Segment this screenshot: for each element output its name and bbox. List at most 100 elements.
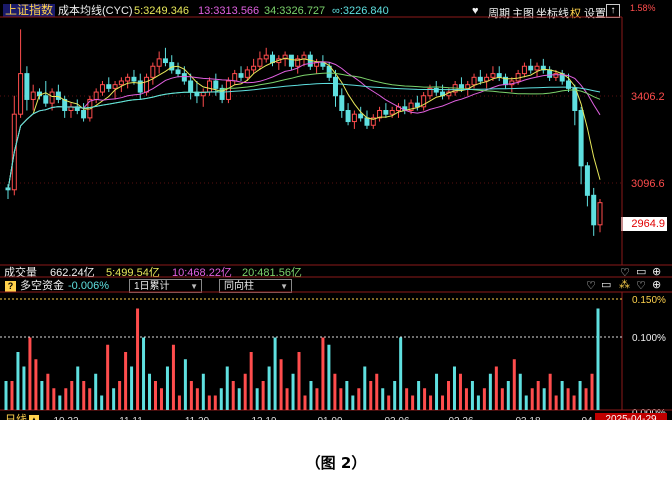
candle-body bbox=[99, 84, 105, 93]
flow-bar bbox=[243, 373, 247, 410]
flow-bar bbox=[405, 388, 409, 410]
candle-body bbox=[301, 54, 307, 60]
candle-body bbox=[263, 54, 269, 60]
flow-bar bbox=[297, 352, 301, 410]
flow-bar bbox=[219, 388, 223, 410]
candle-body bbox=[225, 80, 231, 100]
candle-body bbox=[547, 69, 553, 78]
candle-body bbox=[118, 80, 124, 86]
candle-body bbox=[433, 87, 439, 93]
candlestick-chart[interactable]: 10.22 11.11 11.29 12.19 01.09 02.06 02.26 03.18… bbox=[0, 0, 672, 420]
x-axis-label: 11.29 bbox=[185, 416, 210, 420]
flow-bar bbox=[58, 395, 62, 410]
candle-body bbox=[358, 113, 364, 119]
flow-bar bbox=[4, 381, 8, 410]
figure-caption: （图 2） bbox=[305, 454, 367, 472]
candle-body bbox=[18, 73, 24, 115]
flow-bar bbox=[542, 388, 546, 410]
flow-bar bbox=[124, 352, 128, 410]
flow-bar bbox=[584, 388, 588, 410]
flow-bar bbox=[249, 352, 253, 410]
flow-bar bbox=[106, 344, 110, 410]
flow-bar bbox=[500, 388, 504, 410]
flow-bar bbox=[548, 373, 552, 410]
flow-bar bbox=[22, 366, 26, 410]
flow-bar bbox=[94, 373, 98, 410]
candle-body bbox=[471, 76, 477, 86]
flow-bar bbox=[435, 373, 439, 410]
flow-bar bbox=[255, 388, 259, 410]
x-axis-label: 02.26 bbox=[448, 416, 473, 420]
candle-body bbox=[521, 65, 527, 75]
flow-bar bbox=[213, 395, 217, 410]
flow-bar bbox=[458, 373, 462, 410]
candle-body bbox=[156, 58, 162, 67]
flow-bar bbox=[524, 395, 528, 410]
candle-body bbox=[414, 102, 420, 108]
flow-bar bbox=[452, 366, 456, 410]
flow-bar bbox=[207, 395, 211, 410]
flow-bar bbox=[142, 337, 146, 410]
x-axis-label: 11.11 bbox=[119, 416, 143, 420]
flow-bar bbox=[112, 388, 116, 410]
candle-body bbox=[345, 110, 351, 123]
candle-body bbox=[597, 202, 603, 226]
candle-body bbox=[458, 84, 464, 89]
flow-bar bbox=[189, 381, 193, 410]
flow-bar bbox=[195, 388, 199, 410]
candle-body bbox=[553, 73, 559, 78]
flow-bar bbox=[70, 381, 74, 410]
flow-bar bbox=[88, 388, 92, 410]
candle-body bbox=[30, 91, 36, 100]
candle-body bbox=[591, 194, 597, 226]
flow-bar bbox=[345, 381, 349, 410]
candle-body bbox=[169, 62, 175, 71]
flow-bar bbox=[34, 359, 38, 410]
flow-bar bbox=[40, 381, 44, 410]
candle-body bbox=[181, 73, 187, 82]
candle-body bbox=[389, 110, 395, 115]
flow-bar bbox=[512, 359, 516, 410]
flow-bar bbox=[267, 366, 271, 410]
flow-bar bbox=[291, 373, 295, 410]
flow-bar bbox=[429, 395, 433, 410]
candle-body bbox=[188, 80, 194, 93]
flow-bar bbox=[130, 366, 134, 410]
flow-bar bbox=[363, 366, 367, 410]
flow-bar bbox=[447, 381, 451, 410]
flow-bar bbox=[16, 352, 20, 410]
flow-bar bbox=[536, 381, 540, 410]
candle-body bbox=[251, 65, 257, 71]
candle-body bbox=[125, 76, 131, 82]
flow-bar bbox=[554, 395, 558, 410]
candle-body bbox=[49, 91, 55, 104]
flow-bar bbox=[566, 388, 570, 410]
flow-bar bbox=[46, 373, 50, 410]
flow-bar bbox=[10, 381, 14, 410]
flow-bar bbox=[315, 388, 319, 410]
candle-body bbox=[131, 76, 137, 82]
x-axis-label: 03.18 bbox=[515, 416, 540, 420]
flow-bar bbox=[159, 388, 163, 410]
x-axis-label: 12.19 bbox=[251, 416, 276, 420]
flow-bar bbox=[590, 373, 594, 410]
candle-body bbox=[112, 84, 118, 89]
flow-bar bbox=[530, 388, 534, 410]
candle-body bbox=[484, 76, 490, 82]
flow-bar bbox=[351, 395, 355, 410]
flow-bar bbox=[309, 381, 313, 410]
flow-bar bbox=[399, 337, 403, 410]
candle-body bbox=[496, 73, 502, 78]
flow-bar bbox=[82, 381, 86, 410]
flow-bar bbox=[411, 395, 415, 410]
flow-bar bbox=[148, 373, 152, 410]
flow-bar bbox=[488, 373, 492, 410]
candle-body bbox=[257, 58, 263, 67]
flow-bar bbox=[578, 381, 582, 410]
flow-bar bbox=[423, 388, 427, 410]
flow-bar bbox=[171, 344, 175, 410]
flow-bar bbox=[441, 395, 445, 410]
ma5-line bbox=[7, 57, 601, 190]
flow-bar bbox=[518, 373, 522, 410]
flow-bar bbox=[482, 388, 486, 410]
